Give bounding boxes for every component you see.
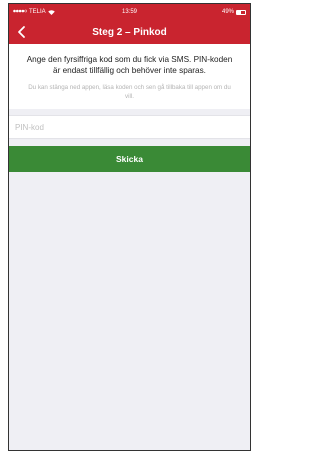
battery-percent: 49% bbox=[221, 9, 234, 15]
instructions-text: Ange den fyrsiffriga kod som du fick via… bbox=[26, 55, 233, 75]
pin-input[interactable] bbox=[9, 116, 250, 138]
status-bar: TELIA 13:59 49% bbox=[9, 4, 250, 20]
status-time: 13:59 bbox=[121, 9, 137, 15]
chevron-left-icon[interactable] bbox=[15, 25, 29, 39]
pin-field-row bbox=[9, 115, 250, 139]
wifi-icon bbox=[47, 9, 55, 15]
status-bar-right: 49% bbox=[176, 9, 246, 15]
signal-dots-icon bbox=[13, 9, 28, 15]
page-title: Steg 2 – Pinkod bbox=[92, 26, 167, 38]
instructions-panel: Ange den fyrsiffriga kod som du fick via… bbox=[9, 44, 250, 109]
instructions-hint: Du kan stänga ned appen, läsa koden och … bbox=[28, 84, 231, 100]
send-button[interactable]: Skicka bbox=[9, 146, 250, 172]
phone-screen: TELIA 13:59 49% Steg 2 – Pinkod Ange den… bbox=[8, 3, 251, 451]
carrier-name: TELIA bbox=[29, 9, 46, 15]
status-bar-left: TELIA bbox=[13, 9, 83, 15]
battery-icon bbox=[236, 9, 246, 15]
battery-fill bbox=[237, 10, 241, 14]
nav-bar: Steg 2 – Pinkod bbox=[9, 20, 250, 44]
